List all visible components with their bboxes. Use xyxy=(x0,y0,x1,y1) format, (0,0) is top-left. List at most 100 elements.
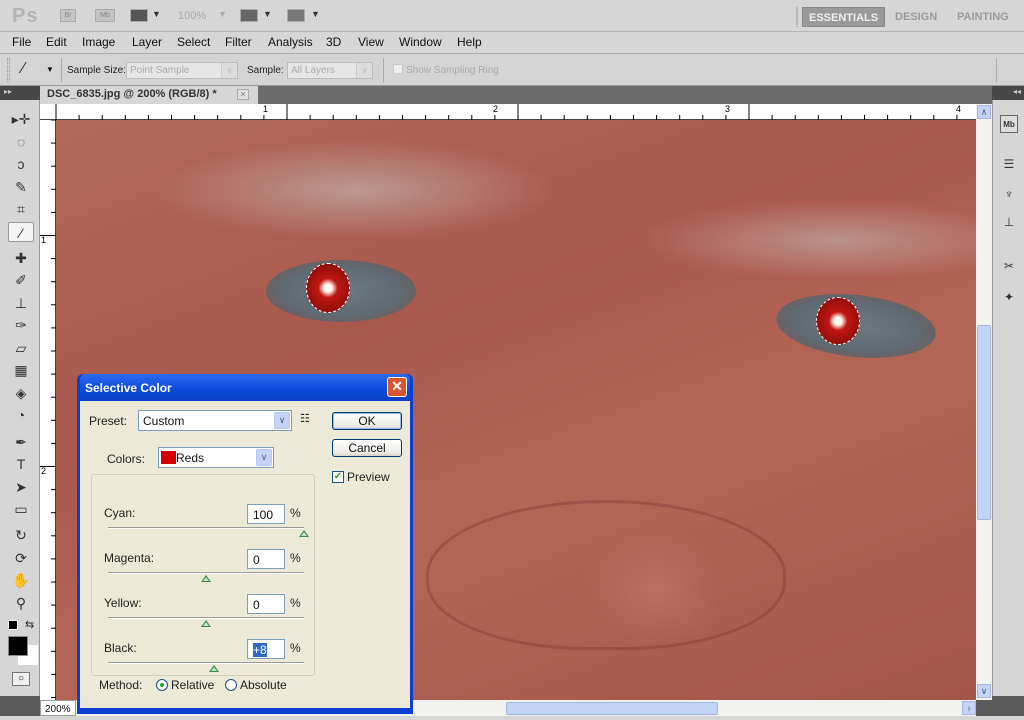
screen-mode-icon[interactable] xyxy=(287,9,305,22)
preset-options-icon[interactable]: ☷ xyxy=(300,412,310,425)
dodge-tool[interactable]: ◔ xyxy=(8,405,34,425)
sample-size-select[interactable]: Point Sample ∨ xyxy=(126,62,238,79)
slider-thumb[interactable] xyxy=(299,530,309,537)
shape-tool[interactable]: ▭ xyxy=(8,499,34,519)
slider-thumb[interactable] xyxy=(208,665,219,672)
collapse-panel-icon[interactable]: ◂◂ xyxy=(1013,87,1021,96)
menu-3d[interactable]: 3D xyxy=(326,35,341,49)
slider-label: Black: xyxy=(104,641,137,655)
close-dialog-button[interactable]: ✕ xyxy=(387,377,407,397)
arrange-dropdown[interactable]: ▼ xyxy=(263,9,272,19)
workspace-painting[interactable]: PAINTING xyxy=(951,7,1015,27)
3d-orbit-tool[interactable]: ⟳ xyxy=(8,548,34,568)
clone-source-icon[interactable]: ⊥ xyxy=(1000,213,1018,231)
vertical-scroll-thumb[interactable] xyxy=(977,325,991,520)
scroll-down-icon[interactable]: ∨ xyxy=(977,684,991,698)
horizontal-scroll-thumb[interactable] xyxy=(506,702,718,715)
tool-preset-dropdown[interactable]: ▼ xyxy=(46,65,54,74)
crop-tool[interactable]: ⌗ xyxy=(8,199,34,219)
method-relative-radio[interactable] xyxy=(156,679,168,691)
slider-track[interactable] xyxy=(108,527,304,529)
menu-help[interactable]: Help xyxy=(457,35,482,49)
healing-brush-tool[interactable]: ✚ xyxy=(8,248,34,268)
3d-icon[interactable]: ✦ xyxy=(1000,288,1018,306)
adjustments-icon[interactable]: ☰ xyxy=(1000,155,1018,173)
chevron-down-icon: ∨ xyxy=(274,412,290,429)
method-relative-label: Relative xyxy=(171,678,215,692)
slider-value-input[interactable]: 0 xyxy=(247,549,285,569)
slider-track[interactable] xyxy=(108,572,304,574)
document-tab[interactable]: DSC_6835.jpg @ 200% (RGB/8) * xyxy=(40,86,258,104)
path-selection-tool[interactable]: ➤ xyxy=(8,477,34,497)
show-sampling-ring-checkbox[interactable] xyxy=(393,64,403,74)
menu-filter[interactable]: Filter xyxy=(225,35,252,49)
preset-value: Custom xyxy=(143,414,185,428)
arrange-documents-icon[interactable] xyxy=(240,9,258,22)
menu-edit[interactable]: Edit xyxy=(46,35,67,49)
clone-stamp-tool[interactable]: ⊥ xyxy=(8,293,34,313)
blur-tool[interactable]: ◈ xyxy=(8,383,34,403)
swap-colors-icon[interactable]: ⇆ xyxy=(25,618,34,631)
default-colors-icon[interactable] xyxy=(8,620,18,630)
gradient-tool[interactable]: ▦ xyxy=(8,360,34,380)
slider-thumb[interactable] xyxy=(201,620,211,627)
menu-file[interactable]: File xyxy=(12,35,31,49)
zoom-tool[interactable]: ⚲ xyxy=(8,593,34,613)
3d-rotate-tool[interactable]: ↻ xyxy=(8,525,34,545)
view-extras-icon[interactable] xyxy=(130,9,148,22)
launch-bridge-button[interactable]: Br xyxy=(60,9,76,22)
eyedropper-icon[interactable]: ⁄ xyxy=(22,60,25,78)
preset-select[interactable]: Custom ∨ xyxy=(138,410,292,431)
workspace-design[interactable]: DESIGN xyxy=(889,7,943,27)
slider-track[interactable] xyxy=(108,617,304,619)
menu-bar: File Edit Image Layer Select Filter Anal… xyxy=(0,32,1024,54)
cancel-button[interactable]: Cancel xyxy=(332,439,402,457)
pen-tool[interactable]: ✒ xyxy=(8,432,34,452)
slider-thumb[interactable] xyxy=(201,575,211,582)
move-tool[interactable]: ▸✛ xyxy=(8,109,34,129)
lasso-tool[interactable]: ↄ xyxy=(8,154,34,174)
view-extras-dropdown[interactable]: ▼ xyxy=(152,9,161,19)
menu-select[interactable]: Select xyxy=(177,35,210,49)
quick-selection-tool[interactable]: ✎ xyxy=(8,177,34,197)
selected-text: +8 xyxy=(253,643,267,657)
menu-view[interactable]: View xyxy=(358,35,384,49)
slider-value-input[interactable]: +8 xyxy=(247,639,285,659)
options-grip[interactable] xyxy=(7,58,10,82)
type-tool[interactable]: T xyxy=(8,454,34,474)
workspace-essentials[interactable]: ESSENTIALS xyxy=(802,7,886,27)
eyedropper-tool[interactable]: ⁄ xyxy=(8,222,34,242)
marquee-tool[interactable]: ◌ xyxy=(8,132,34,152)
close-tab-icon[interactable]: × xyxy=(237,89,249,100)
colors-select[interactable]: Reds ∨ xyxy=(158,447,274,468)
preview-checkbox[interactable]: ✓ xyxy=(332,471,344,483)
scroll-right-icon[interactable]: › xyxy=(962,701,976,715)
zoom-level-dropdown[interactable]: 100% xyxy=(178,10,206,22)
menu-layer[interactable]: Layer xyxy=(132,35,162,49)
tools-panel-header[interactable]: ▸▸ xyxy=(0,86,40,100)
history-brush-tool[interactable]: ✑ xyxy=(8,315,34,335)
method-absolute-radio[interactable] xyxy=(225,679,237,691)
ok-button[interactable]: OK xyxy=(332,412,402,430)
quick-mask-button[interactable]: ○ xyxy=(12,672,30,686)
zoom-field[interactable]: 200% xyxy=(40,700,76,716)
foreground-color-swatch[interactable] xyxy=(8,636,28,656)
launch-mini-bridge-button[interactable]: Mb xyxy=(95,9,115,22)
mini-bridge-icon[interactable]: Mb xyxy=(1000,115,1018,133)
sample-select[interactable]: All Layers ∨ xyxy=(287,62,373,79)
expand-panel-icon[interactable]: ▸▸ xyxy=(4,87,12,96)
menu-image[interactable]: Image xyxy=(82,35,115,49)
brush-presets-icon[interactable]: ♆ xyxy=(1000,185,1018,203)
scroll-up-icon[interactable]: ∧ xyxy=(977,105,991,119)
menu-window[interactable]: Window xyxy=(399,35,442,49)
menu-analysis[interactable]: Analysis xyxy=(268,35,313,49)
hand-tool[interactable]: ✋ xyxy=(8,570,34,590)
slider-value-input[interactable]: 0 xyxy=(247,594,285,614)
panel-dock-header[interactable]: ◂◂ xyxy=(992,86,1024,100)
slider-value-input[interactable]: 100 xyxy=(247,504,285,524)
screen-mode-dropdown[interactable]: ▼ xyxy=(311,9,320,19)
tool-presets-icon[interactable]: ✂ xyxy=(1000,257,1018,275)
slider-track[interactable] xyxy=(108,662,304,664)
brush-tool[interactable]: ✐ xyxy=(8,270,34,290)
eraser-tool[interactable]: ▱ xyxy=(8,338,34,358)
